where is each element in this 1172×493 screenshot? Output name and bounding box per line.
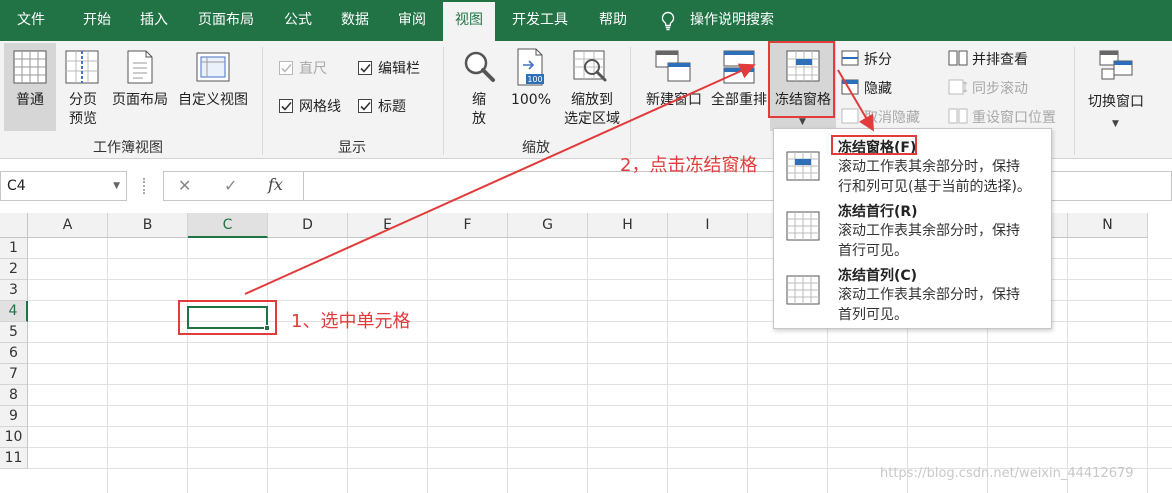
annotation-step-1: 1、选中单元格 <box>291 311 411 332</box>
arrow-to-freeze-button <box>244 63 756 295</box>
watermark-text: https://blog.csdn.net/weixin_44412679 <box>880 466 1134 481</box>
annotation-arrows <box>244 63 875 295</box>
arrow-to-menu-item <box>837 69 875 132</box>
annotation-step-2: 2，点击冻结窗格 <box>620 155 758 176</box>
